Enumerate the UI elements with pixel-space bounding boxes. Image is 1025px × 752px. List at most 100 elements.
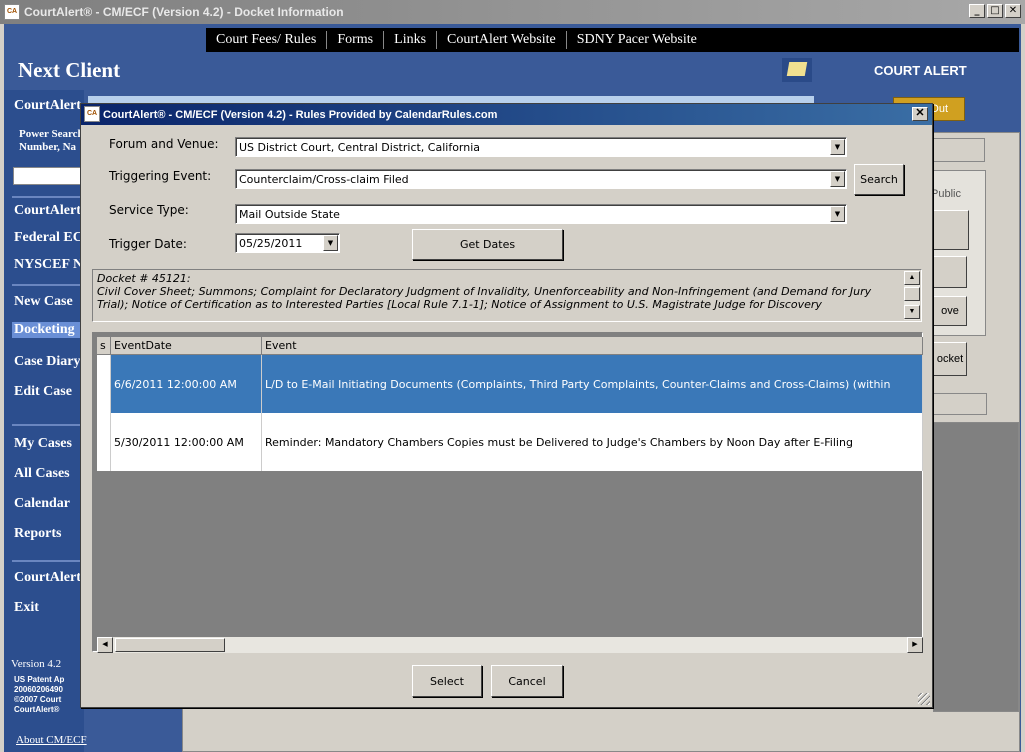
resize-grip-icon[interactable] [918, 693, 930, 705]
top-menu-bar: Court Fees/ Rules Forms Links CourtAlert… [206, 28, 1019, 52]
triggering-event-select[interactable]: Counterclaim/Cross-claim Filed ▼ [235, 169, 847, 189]
row-selector[interactable] [97, 413, 111, 471]
patent-line: 20060206490 [14, 685, 63, 694]
background-tab[interactable] [933, 138, 985, 162]
event-date-cell: 6/6/2011 12:00:00 AM [111, 355, 262, 413]
trigger-date-label: Trigger Date: [109, 237, 187, 251]
menu-court-fees[interactable]: Court Fees/ Rules [206, 31, 328, 49]
sidebar-item-reports[interactable]: Reports [14, 526, 84, 542]
next-client-link[interactable]: Next Client [18, 58, 120, 83]
sidebar-item-case-diary[interactable]: Case Diary [14, 354, 84, 370]
sidebar-item-exit[interactable]: Exit [14, 600, 84, 616]
event-cell: L/D to E-Mail Initiating Documents (Comp… [262, 355, 923, 413]
power-search-input[interactable] [13, 167, 81, 185]
sidebar-divider [12, 284, 86, 286]
trigger-date-picker[interactable]: 05/25/2011 ▼ [235, 233, 340, 253]
column-header-s[interactable]: s [97, 337, 111, 355]
service-type-value: Mail Outside State [239, 207, 340, 221]
docket-description-box[interactable]: Docket # 45121: Civil Cover Sheet; Summo… [92, 269, 922, 322]
service-type-label: Service Type: [109, 203, 189, 217]
trigger-date-value: 05/25/2011 [239, 236, 303, 250]
docket-button[interactable]: ocket [933, 342, 967, 376]
docket-text: Docket # 45121: Civil Cover Sheet; Summo… [97, 272, 872, 311]
cancel-button[interactable]: Cancel [491, 665, 563, 697]
search-button[interactable]: Search [854, 164, 904, 195]
scroll-left-icon[interactable]: ◀ [97, 637, 113, 653]
forum-venue-select[interactable]: US District Court, Central District, Cal… [235, 137, 847, 157]
minimize-button[interactable]: _ [969, 4, 985, 18]
event-cell: Reminder: Mandatory Chambers Copies must… [262, 413, 923, 471]
sidebar-item-nyscef[interactable]: NYSCEF N [14, 257, 84, 273]
dialog-titlebar: CA CourtAlert® - CM/ECF (Version 4.2) - … [81, 104, 932, 125]
scroll-down-icon[interactable]: ▼ [904, 305, 920, 319]
column-header-event[interactable]: Event [262, 337, 923, 355]
service-type-select[interactable]: Mail Outside State ▼ [235, 204, 847, 224]
sidebar: CourtAlert Power Search Number, Na Court… [4, 90, 86, 752]
menu-forms[interactable]: Forms [327, 31, 385, 49]
version-label: Version 4.2 [11, 658, 62, 670]
menu-links[interactable]: Links [384, 31, 438, 49]
sidebar-item-calendar[interactable]: Calendar [14, 496, 84, 512]
outer-window-titlebar: CA CourtAlert® - CM/ECF (Version 4.2) - … [0, 0, 1025, 24]
scroll-thumb[interactable] [904, 287, 920, 301]
chevron-down-icon[interactable]: ▼ [830, 206, 845, 222]
menu-sdny-pacer[interactable]: SDNY Pacer Website [567, 31, 707, 49]
dialog-title: CourtAlert® - CM/ECF (Version 4.2) - Rul… [103, 108, 498, 121]
sidebar-item-federal-ecf[interactable]: Federal EC [14, 230, 84, 246]
select-button[interactable]: Select [412, 665, 482, 697]
table-row[interactable]: 6/6/2011 12:00:00 AM L/D to E-Mail Initi… [97, 355, 923, 413]
forum-label: Forum and Venue: [109, 137, 219, 151]
outer-close-button[interactable]: ✕ [1005, 4, 1021, 18]
sidebar-item-all-cases[interactable]: All Cases [14, 466, 84, 482]
sidebar-item-docketing[interactable]: Docketing [12, 322, 84, 338]
calendar-dropdown-icon[interactable]: ▼ [323, 235, 338, 251]
background-grid [933, 422, 1019, 712]
trigger-label: Triggering Event: [109, 169, 212, 183]
grid-header: s EventDate Event [97, 337, 923, 355]
courtalert-app-icon: CA [84, 106, 100, 122]
rules-dialog: CA CourtAlert® - CM/ECF (Version 4.2) - … [80, 103, 933, 708]
docket-scrollbar[interactable]: ▲ ▼ [904, 271, 920, 320]
scroll-thumb[interactable] [115, 638, 225, 652]
sidebar-item-courtalert-2[interactable]: CourtAlert [14, 570, 84, 586]
outer-window-title: CourtAlert® - CM/ECF (Version 4.2) - Doc… [24, 5, 344, 19]
patent-line: ©2007 Court [14, 695, 62, 704]
background-tab-2[interactable] [933, 393, 987, 415]
sidebar-item-edit-case[interactable]: Edit Case [14, 384, 84, 400]
sidebar-item-new-case[interactable]: New Case [14, 294, 84, 310]
scroll-right-icon[interactable]: ▶ [907, 637, 923, 653]
forum-venue-value: US District Court, Central District, Cal… [239, 140, 481, 154]
power-search-label-2: Number, Na [19, 141, 77, 153]
sidebar-divider [12, 196, 86, 198]
menu-courtalert-website[interactable]: CourtAlert Website [437, 31, 567, 49]
patent-line: US Patent Ap [14, 675, 65, 684]
background-button-2[interactable] [933, 256, 967, 288]
dialog-close-button[interactable]: ✕ [912, 107, 928, 121]
sidebar-courtalert-title: CourtAlert [14, 98, 81, 113]
patent-line: CourtAlert® [14, 705, 60, 714]
scroll-up-icon[interactable]: ▲ [904, 271, 920, 285]
courtalert-app-icon: CA [4, 4, 20, 20]
sidebar-divider [12, 424, 86, 426]
event-date-cell: 5/30/2011 12:00:00 AM [111, 413, 262, 471]
background-button[interactable] [933, 210, 969, 250]
column-header-eventdate[interactable]: EventDate [111, 337, 262, 355]
chevron-down-icon[interactable]: ▼ [830, 171, 845, 187]
chevron-down-icon[interactable]: ▼ [830, 139, 845, 155]
get-dates-button[interactable]: Get Dates [412, 229, 563, 260]
about-link[interactable]: About CM/ECF [16, 734, 87, 746]
sidebar-item-my-cases[interactable]: My Cases [14, 436, 84, 452]
triggering-event-value: Counterclaim/Cross-claim Filed [239, 172, 409, 186]
table-row[interactable]: 5/30/2011 12:00:00 AM Reminder: Mandator… [97, 413, 923, 471]
power-search-label: Power Search [19, 128, 84, 140]
row-selector[interactable] [97, 355, 111, 413]
sidebar-item-courtalert[interactable]: CourtAlert [14, 203, 84, 219]
court-alert-header: COURT ALERT [874, 63, 967, 78]
events-grid: s EventDate Event 6/6/2011 12:00:00 AM L… [92, 332, 923, 653]
public-label: Public [931, 188, 961, 200]
remove-button[interactable]: ove [933, 296, 967, 326]
grid-horizontal-scrollbar[interactable]: ◀ ▶ [97, 637, 923, 653]
folder-icon[interactable] [782, 58, 812, 82]
maximize-button[interactable]: □ [987, 4, 1003, 18]
sidebar-divider [12, 560, 86, 562]
